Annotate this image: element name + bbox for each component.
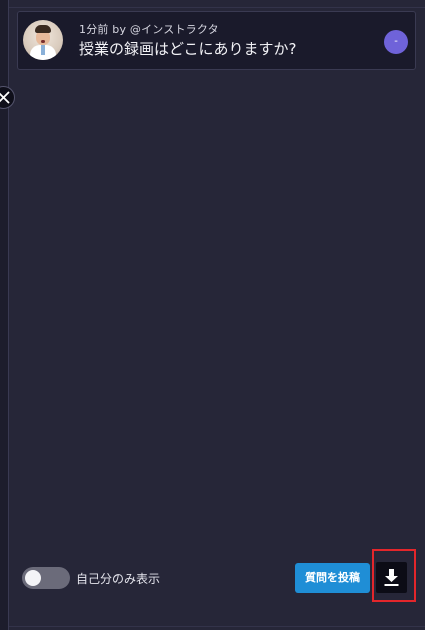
close-button[interactable] — [0, 86, 15, 109]
toggle-track[interactable] — [22, 567, 70, 589]
post-question-button[interactable]: 質問を投稿 — [295, 563, 370, 593]
toggle-label: 自己分のみ表示 — [76, 572, 161, 586]
question-meta: 1分前 by @インストラクタ — [79, 23, 219, 36]
question-card[interactable]: 1分前 by @インストラクタ 授業の録画はどこにありますか? - — [17, 11, 416, 70]
bottom-divider — [9, 626, 425, 627]
download-button[interactable] — [376, 562, 407, 593]
qa-panel: 1分前 by @インストラクタ 授業の録画はどこにありますか? - 自己分のみ表… — [0, 0, 425, 630]
top-divider — [9, 7, 425, 8]
instructor-avatar — [23, 20, 63, 60]
close-icon — [0, 91, 10, 104]
question-text: 授業の録画はどこにありますか? — [79, 40, 297, 58]
toggle-knob — [25, 570, 41, 586]
upvote-button[interactable]: - — [384, 30, 408, 54]
download-icon — [384, 569, 399, 586]
